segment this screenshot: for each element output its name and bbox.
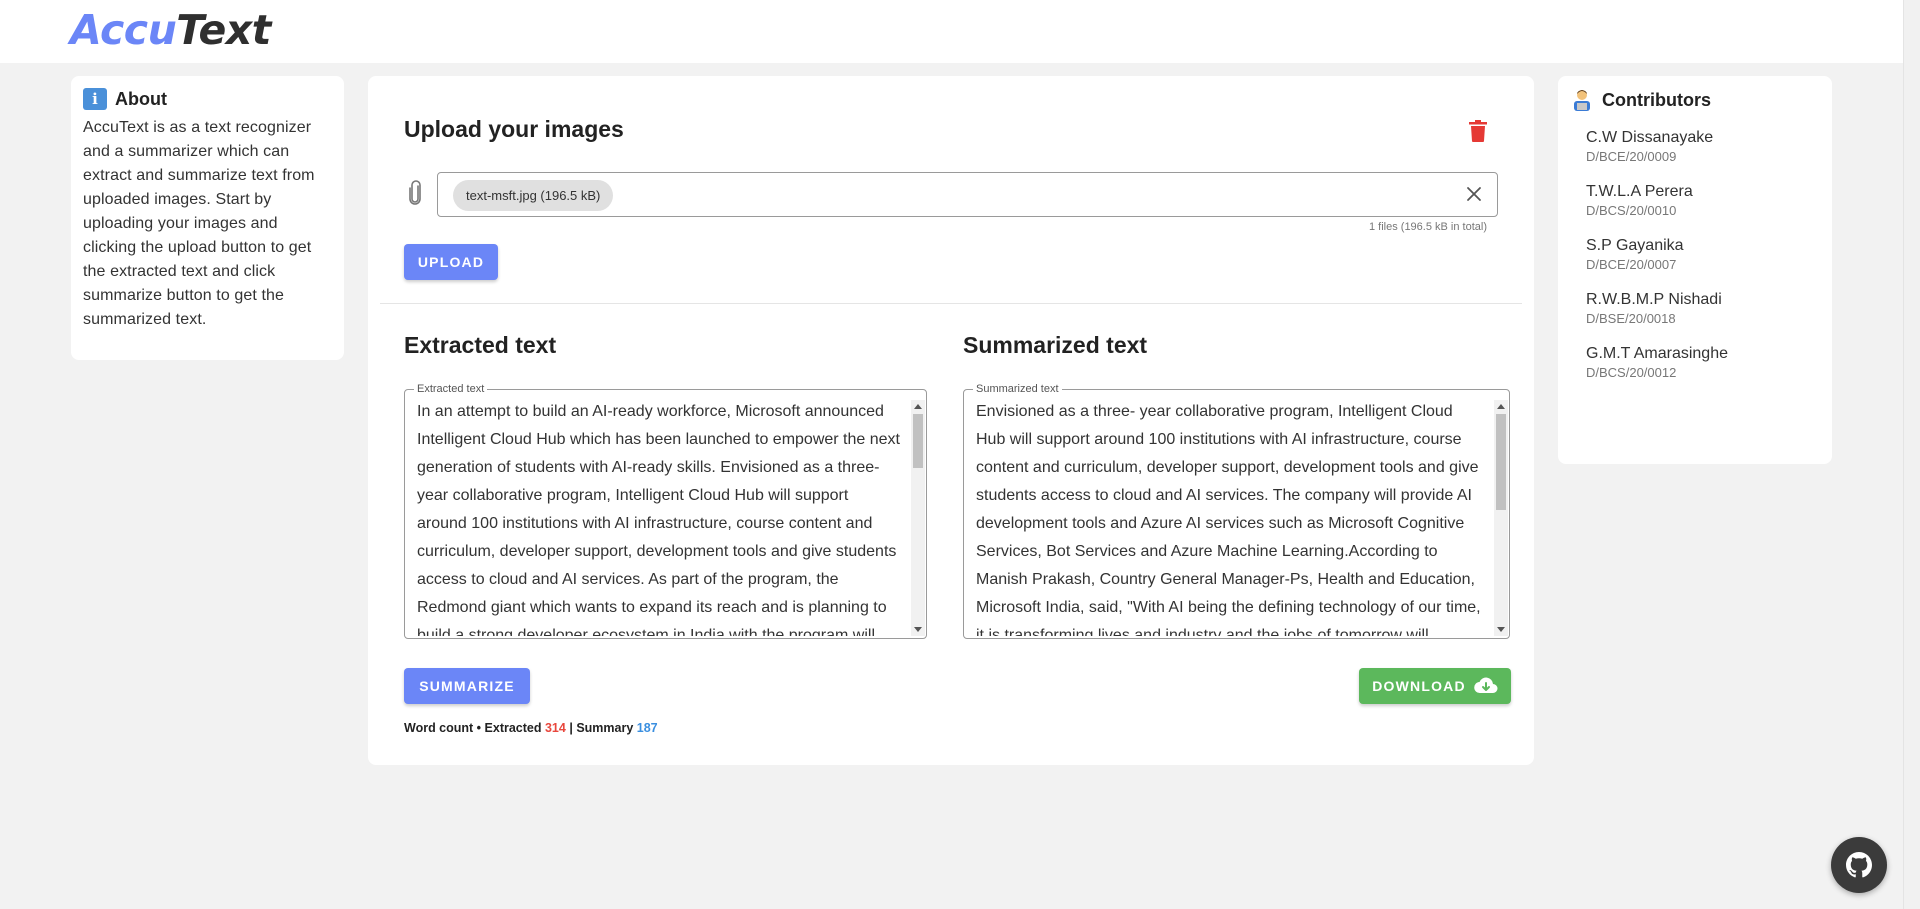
extracted-legend: Extracted text [414,382,488,396]
top-bar: AccuText [0,0,1903,63]
paperclip-icon[interactable] [406,180,424,206]
summarize-button[interactable]: SUMMARIZE [404,668,530,704]
extracted-text: In an attempt to build an AI-ready workf… [417,403,900,636]
extracted-title: Extracted text [404,332,557,358]
about-heading: i About [83,88,332,110]
info-icon: i [83,88,107,110]
app-logo[interactable]: AccuText [70,6,271,54]
extracted-scrollbar[interactable] [911,400,925,636]
contributor-item: R.W.B.M.P Nishadi D/BSE/20/0018 [1586,291,1722,326]
scroll-up-icon[interactable] [914,404,922,409]
summarized-scrollbar[interactable] [1494,400,1508,636]
close-icon[interactable] [1461,181,1487,207]
upload-title: Upload your images [404,116,624,142]
upload-button[interactable]: UPLOAD [404,244,498,280]
person-icon [1574,90,1590,111]
contributor-item: C.W Dissanayake D/BCE/20/0009 [1586,129,1714,164]
file-chip[interactable]: text-msft.jpg (196.5 kB) [453,180,614,211]
divider [380,303,1522,304]
scroll-up-icon[interactable] [1497,404,1505,409]
about-card: i About AccuText is as a text recognizer… [71,76,344,360]
contributor-item: G.M.T Amarasinghe D/BCS/20/0012 [1586,345,1728,380]
scroll-down-icon[interactable] [1497,627,1505,632]
github-button[interactable] [1831,837,1887,893]
cloud-download-icon [1474,677,1498,694]
summary-count: 187 [636,721,658,735]
summarized-textarea[interactable]: Summarized text Envisioned as a three- y… [963,382,1510,639]
word-count: Word count • Extracted 314 | Summary 187 [404,721,658,735]
contributor-item: S.P Gayanika D/BCE/20/0007 [1586,237,1684,272]
summarized-text: Envisioned as a three- year collaborativ… [976,403,1481,636]
contributor-item: T.W.L.A Perera D/BCS/20/0010 [1586,183,1693,218]
contributors-card: Contributors C.W Dissanayake D/BCE/20/00… [1558,76,1832,464]
scroll-thumb[interactable] [913,414,923,468]
download-button[interactable]: DOWNLOAD [1359,668,1511,704]
main-card: Upload your images text-msft.jpg (196.5 … [368,76,1534,765]
file-count: 1 files (196.5 kB in total) [1368,221,1487,233]
scroll-down-icon[interactable] [914,627,922,632]
github-icon [1846,852,1872,878]
summarized-legend: Summarized text [973,382,1062,396]
extracted-textarea[interactable]: Extracted text In an attempt to build an… [404,382,927,639]
page-scrollbar[interactable] [1903,0,1920,909]
extracted-count: 314 [544,721,566,735]
contributors-heading: Contributors [1570,88,1820,112]
about-description: AccuText is as a text recognizer and a s… [83,119,315,328]
file-input[interactable]: text-msft.jpg (196.5 kB) [437,172,1498,217]
trash-icon[interactable] [1469,120,1487,142]
summarized-title: Summarized text [963,332,1148,358]
scroll-thumb[interactable] [1496,414,1506,510]
